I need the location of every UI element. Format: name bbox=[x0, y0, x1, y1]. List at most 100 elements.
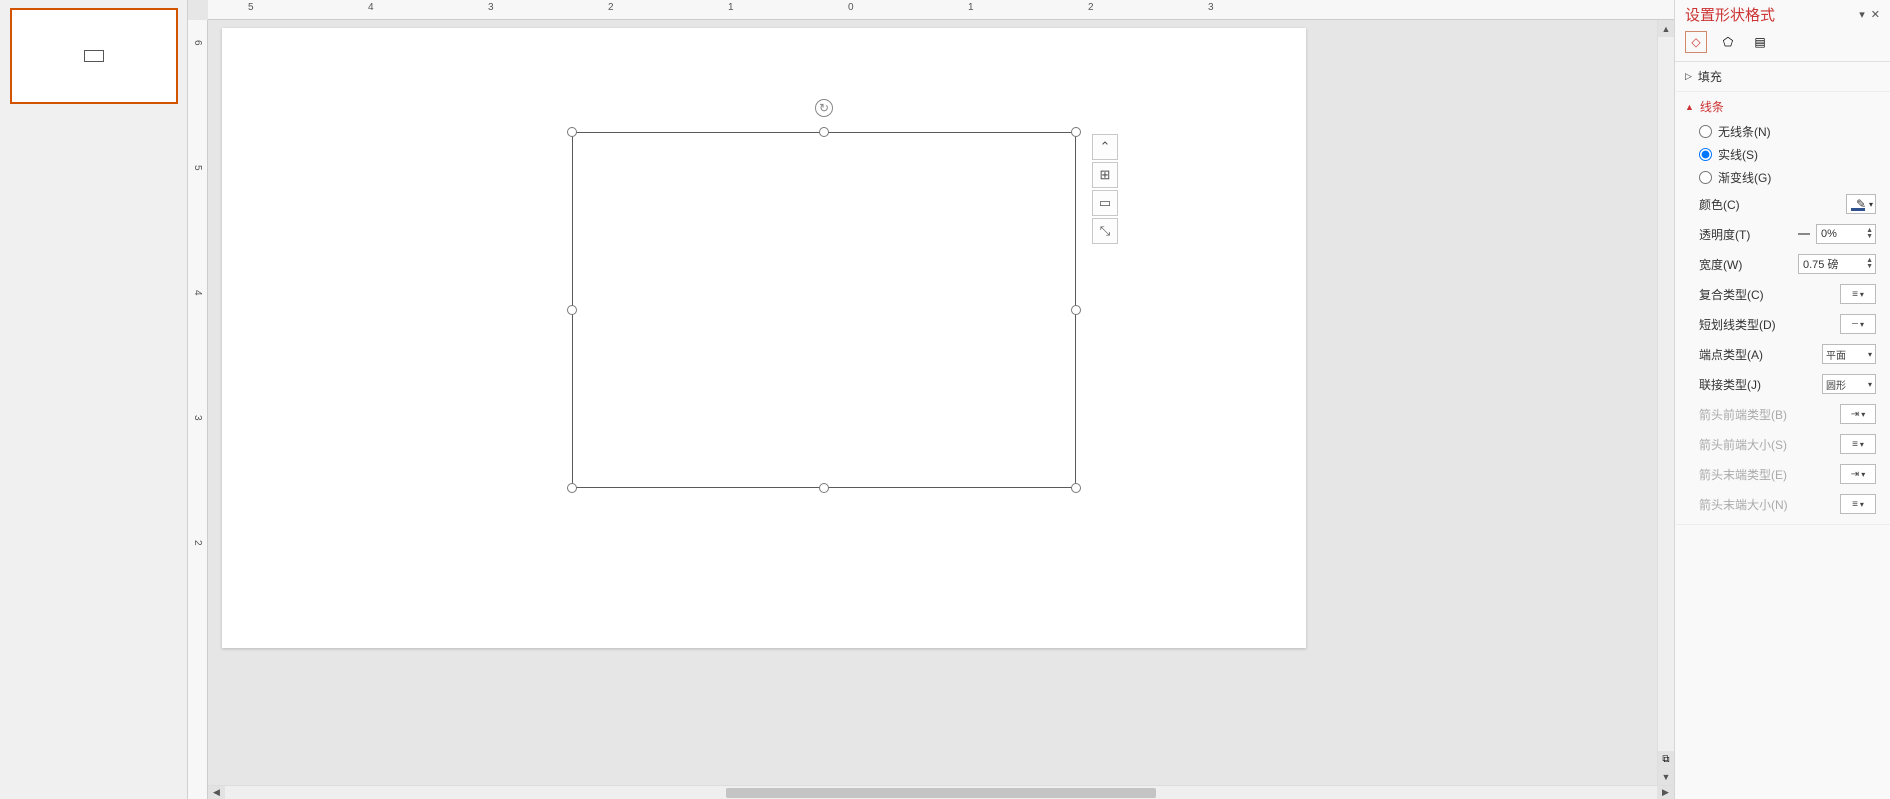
color-picker-button[interactable]: ✎▾ bbox=[1846, 194, 1876, 214]
collapse-icon: ▷ bbox=[1685, 71, 1692, 82]
scroll-h-thumb[interactable] bbox=[726, 788, 1156, 798]
dash-dropdown[interactable]: ┄▾ bbox=[1840, 314, 1876, 334]
scroll-down-icon[interactable]: ▼ bbox=[1658, 768, 1674, 785]
layout-options-icon[interactable]: ⌃ bbox=[1092, 134, 1118, 160]
resize-handle-t[interactable] bbox=[819, 127, 829, 137]
rotate-handle-icon[interactable]: ↻ bbox=[815, 99, 833, 117]
slide-viewport[interactable]: ↻ ⌃ ⊞ ▭ ⤡ bbox=[208, 20, 1674, 799]
radio-solid-line-label: 实线(S) bbox=[1718, 146, 1758, 163]
row-compound: 复合类型(C) ≡▾ bbox=[1699, 282, 1876, 306]
row-arrow-begin-size: 箭头前端大小(S) ≡▾ bbox=[1699, 432, 1876, 456]
scroll-h-track[interactable] bbox=[225, 786, 1657, 799]
scroll-right-icon[interactable]: ▶ bbox=[1657, 786, 1674, 799]
ruler-v-tick: 3 bbox=[192, 415, 203, 421]
tab-fill-line-icon[interactable]: ◇ bbox=[1685, 31, 1707, 53]
chevron-down-icon: ▾ bbox=[1869, 200, 1873, 209]
ruler-h-tick: 0 bbox=[848, 2, 854, 13]
spinner-arrows-icon[interactable]: ▲▼ bbox=[1866, 258, 1873, 270]
slide-page[interactable]: ↻ ⌃ ⊞ ▭ ⤡ bbox=[222, 28, 1306, 648]
join-dropdown[interactable]: 圆形 ▾ bbox=[1822, 374, 1876, 394]
row-arrow-end-type: 箭头末端类型(E) ⇥▾ bbox=[1699, 462, 1876, 486]
width-input[interactable]: 0.75 磅 ▲▼ bbox=[1798, 254, 1876, 274]
resize-handle-bl[interactable] bbox=[567, 483, 577, 493]
resize-handle-r[interactable] bbox=[1071, 305, 1081, 315]
ruler-v-tick: 4 bbox=[192, 290, 203, 296]
label-color: 颜色(C) bbox=[1699, 196, 1740, 213]
radio-no-line-label: 无线条(N) bbox=[1718, 123, 1771, 140]
slide-thumbnail-1[interactable] bbox=[10, 8, 178, 104]
section-fill-label: 填充 bbox=[1698, 68, 1722, 85]
selected-shape-rectangle[interactable]: ↻ bbox=[572, 132, 1076, 488]
cap-dropdown[interactable]: 平面 ▾ bbox=[1822, 344, 1876, 364]
compound-dropdown[interactable]: ≡▾ bbox=[1840, 284, 1876, 304]
ruler-h-tick: 2 bbox=[608, 2, 614, 13]
layout-expand-icon[interactable]: ⤡ bbox=[1092, 218, 1118, 244]
radio-no-line[interactable]: 无线条(N) bbox=[1699, 123, 1876, 140]
label-arrow-end-type: 箭头末端类型(E) bbox=[1699, 466, 1787, 483]
transparency-input[interactable]: 0% ▲▼ bbox=[1816, 224, 1876, 244]
chevron-down-icon: ▾ bbox=[1868, 350, 1872, 359]
transparency-value: 0% bbox=[1821, 228, 1837, 240]
section-fill-header[interactable]: ▷ 填充 bbox=[1675, 62, 1890, 91]
scroll-left-icon[interactable]: ◀ bbox=[208, 786, 225, 799]
spinner-arrows-icon[interactable]: ▲▼ bbox=[1866, 228, 1873, 240]
pane-close-icon[interactable]: ✕ bbox=[1871, 8, 1880, 21]
section-line: ▲ 线条 无线条(N) 实线(S) 渐变线(G) 颜色(C) ✎▾ 透 bbox=[1675, 92, 1890, 525]
ruler-v-tick: 6 bbox=[192, 40, 203, 46]
vertical-scrollbar[interactable]: ▲ ⧉ ▼ bbox=[1657, 20, 1674, 785]
ruler-h-tick: 3 bbox=[1208, 2, 1214, 13]
label-arrow-begin-type: 箭头前端类型(B) bbox=[1699, 406, 1787, 423]
resize-handle-br[interactable] bbox=[1071, 483, 1081, 493]
row-width: 宽度(W) 0.75 磅 ▲▼ bbox=[1699, 252, 1876, 276]
label-arrow-end-size: 箭头末端大小(N) bbox=[1699, 496, 1788, 513]
chevron-down-icon: ▾ bbox=[1861, 470, 1865, 479]
chevron-down-icon: ▾ bbox=[1860, 320, 1864, 329]
resize-handle-tr[interactable] bbox=[1071, 127, 1081, 137]
label-arrow-begin-size: 箭头前端大小(S) bbox=[1699, 436, 1787, 453]
pane-title: 设置形状格式 bbox=[1685, 4, 1775, 25]
cap-value: 平面 bbox=[1826, 347, 1846, 362]
label-join: 联接类型(J) bbox=[1699, 376, 1761, 393]
section-line-label: 线条 bbox=[1700, 98, 1724, 115]
tab-effects-icon[interactable]: ⬠ bbox=[1717, 31, 1739, 53]
scroll-up-icon[interactable]: ▲ bbox=[1658, 20, 1674, 37]
ruler-h-tick: 1 bbox=[728, 2, 734, 13]
row-cap: 端点类型(A) 平面 ▾ bbox=[1699, 342, 1876, 366]
thumb-shape-preview bbox=[84, 50, 104, 62]
app-root: 5 4 3 2 1 0 1 2 3 6 5 4 3 2 ↻ bbox=[0, 0, 1890, 799]
pane-dropdown-icon[interactable]: ▾ bbox=[1859, 8, 1865, 21]
ruler-horizontal: 5 4 3 2 1 0 1 2 3 bbox=[208, 0, 1674, 20]
section-fill: ▷ 填充 bbox=[1675, 62, 1890, 92]
radio-gradient-line-label: 渐变线(G) bbox=[1718, 169, 1771, 186]
chevron-down-icon: ▾ bbox=[1868, 380, 1872, 389]
arrow-begin-size-dropdown: ≡▾ bbox=[1840, 434, 1876, 454]
row-dash: 短划线类型(D) ┄▾ bbox=[1699, 312, 1876, 336]
horizontal-scrollbar[interactable]: ◀ ▶ bbox=[208, 785, 1674, 799]
ruler-body: 6 5 4 3 2 ↻ bbox=[188, 20, 1674, 799]
layout-center-icon[interactable]: ⊞ bbox=[1092, 162, 1118, 188]
floating-layout-toolbar: ⌃ ⊞ ▭ ⤡ bbox=[1092, 134, 1120, 244]
radio-gradient-line[interactable]: 渐变线(G) bbox=[1699, 169, 1876, 186]
resize-handle-l[interactable] bbox=[567, 305, 577, 315]
scroll-fit-icon[interactable]: ⧉ bbox=[1658, 751, 1674, 768]
width-value: 0.75 磅 bbox=[1803, 256, 1838, 272]
section-line-header[interactable]: ▲ 线条 bbox=[1675, 92, 1890, 121]
ruler-vertical: 6 5 4 3 2 bbox=[188, 20, 208, 799]
resize-handle-b[interactable] bbox=[819, 483, 829, 493]
ruler-v-tick: 2 bbox=[192, 540, 203, 546]
chevron-down-icon: ▾ bbox=[1860, 290, 1864, 299]
ruler-h-tick: 1 bbox=[968, 2, 974, 13]
join-value: 圆形 bbox=[1826, 377, 1846, 392]
resize-handle-tl[interactable] bbox=[567, 127, 577, 137]
transparency-slider[interactable] bbox=[1798, 233, 1810, 235]
chevron-down-icon: ▾ bbox=[1861, 410, 1865, 419]
pane-header: 设置形状格式 ▾ ✕ bbox=[1675, 0, 1890, 27]
layout-align-icon[interactable]: ▭ bbox=[1092, 190, 1118, 216]
canvas-area: 5 4 3 2 1 0 1 2 3 6 5 4 3 2 ↻ bbox=[188, 0, 1674, 799]
format-shape-pane: 设置形状格式 ▾ ✕ ◇ ⬠ ▤ ▷ 填充 ▲ 线条 无线条(N) bbox=[1674, 0, 1890, 799]
label-cap: 端点类型(A) bbox=[1699, 346, 1763, 363]
arrow-end-size-dropdown: ≡▾ bbox=[1840, 494, 1876, 514]
tab-size-props-icon[interactable]: ▤ bbox=[1749, 31, 1771, 53]
ruler-h-tick: 2 bbox=[1088, 2, 1094, 13]
radio-solid-line[interactable]: 实线(S) bbox=[1699, 146, 1876, 163]
